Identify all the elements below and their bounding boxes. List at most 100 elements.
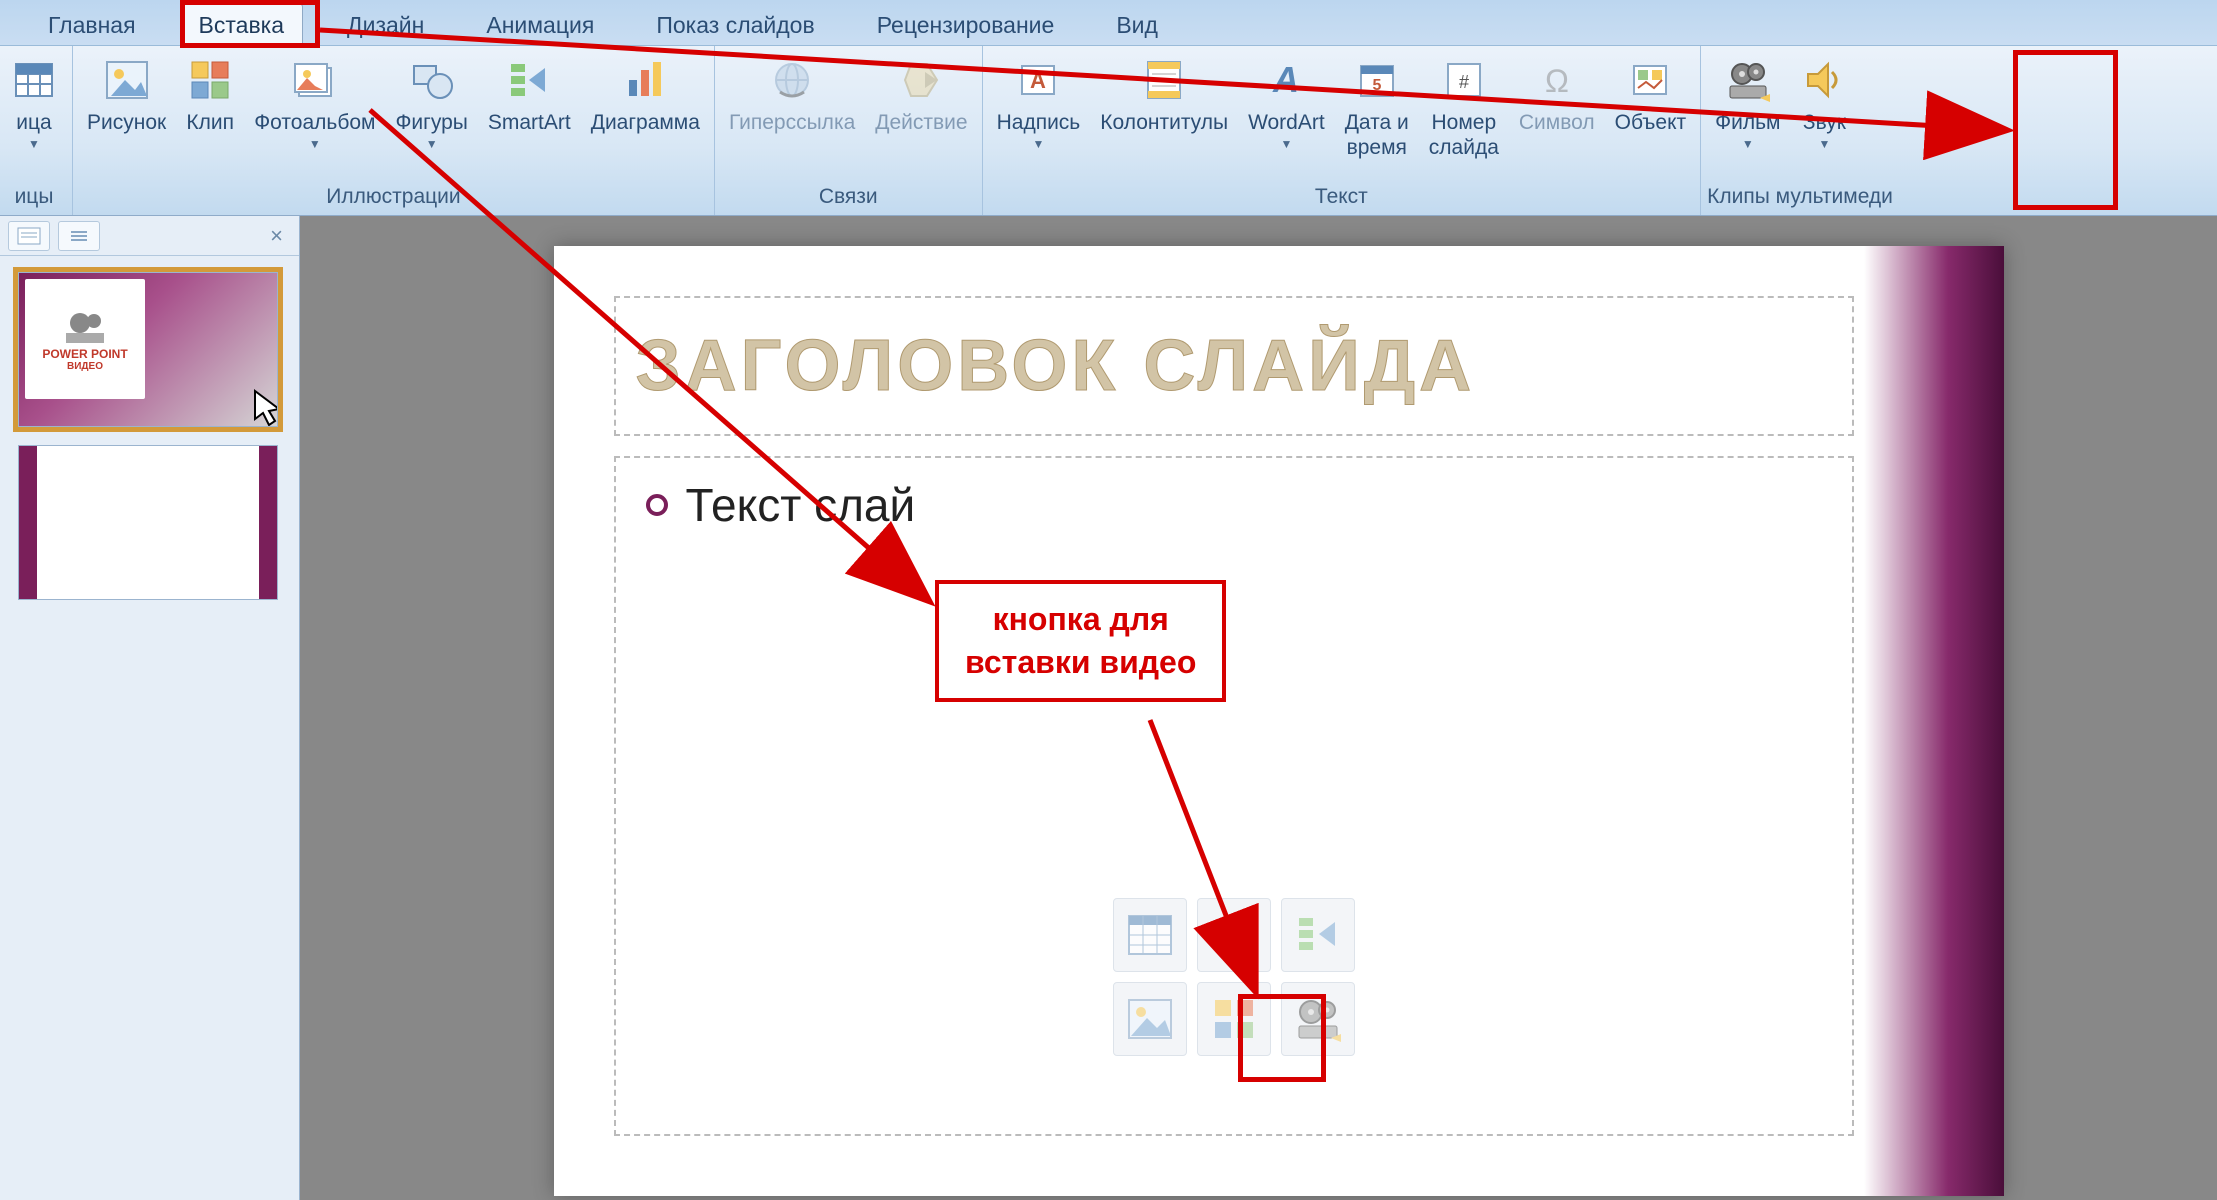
- smartart-icon: [505, 56, 553, 104]
- content-insert-icons: [1113, 898, 1355, 1056]
- dropdown-arrow-icon: ▼: [1819, 137, 1831, 151]
- action-icon: [897, 56, 945, 104]
- slides-tab[interactable]: [8, 221, 50, 251]
- tab-animation[interactable]: Анимация: [468, 4, 612, 45]
- svg-text:#: #: [1459, 72, 1469, 92]
- title-text: ЗАГОЛОВОК СЛАЙДА: [636, 325, 1476, 407]
- chart-label: Диаграмма: [591, 110, 700, 135]
- tab-view[interactable]: Вид: [1098, 4, 1176, 45]
- cursor-icon: [251, 387, 278, 427]
- movie-button[interactable]: Фильм ▼: [1707, 50, 1788, 156]
- outline-tab[interactable]: [58, 221, 100, 251]
- ribbon-group-tables: ица ▼ ицы: [2, 46, 73, 215]
- slide-thumbnail-1[interactable]: POWER POINT ВИДЕО: [18, 272, 278, 427]
- insert-picture-icon[interactable]: [1113, 982, 1187, 1056]
- table-label: ица: [16, 110, 51, 135]
- object-icon: [1626, 56, 1674, 104]
- movie-icon: [1724, 56, 1772, 104]
- content-placeholder[interactable]: Текст слай: [614, 456, 1854, 1136]
- body-text: Текст слай: [686, 478, 916, 532]
- tab-design[interactable]: Дизайн: [329, 4, 442, 45]
- datetime-icon: 5: [1353, 56, 1401, 104]
- svg-text:A: A: [1030, 68, 1046, 93]
- tab-review[interactable]: Рецензирование: [859, 4, 1073, 45]
- photoalbum-button[interactable]: Фотоальбом ▼: [246, 50, 383, 156]
- action-label: Действие: [875, 110, 967, 135]
- headerfooter-button[interactable]: Колонтитулы: [1092, 50, 1236, 139]
- picture-button[interactable]: Рисунок: [79, 50, 174, 139]
- workspace: × POWER POINT ВИДЕО ЗАГОЛО: [0, 216, 2217, 1200]
- headerfooter-icon: [1140, 56, 1188, 104]
- dropdown-arrow-icon: ▼: [1280, 137, 1292, 151]
- group-label-links: Связи: [721, 181, 976, 215]
- table-button[interactable]: ица ▼: [2, 50, 66, 156]
- slidenum-button[interactable]: # Номер слайда: [1421, 50, 1507, 164]
- smartart-button[interactable]: SmartArt: [480, 50, 579, 139]
- wordart-icon: A: [1262, 56, 1310, 104]
- ribbon-group-media: Фильм ▼ Звук ▼ Клипы мультимеди: [1701, 46, 1899, 215]
- hyperlink-button: Гиперссылка: [721, 50, 863, 139]
- slidenum-label: Номер слайда: [1429, 110, 1499, 160]
- group-label-text: Текст: [989, 181, 1695, 215]
- svg-text:5: 5: [1372, 77, 1381, 94]
- hyperlink-icon: [768, 56, 816, 104]
- smartart-label: SmartArt: [488, 110, 571, 135]
- clip-icon: [186, 56, 234, 104]
- photoalbum-icon: [291, 56, 339, 104]
- picture-icon: [103, 56, 151, 104]
- hyperlink-label: Гиперссылка: [729, 110, 855, 135]
- group-label-media: Клипы мультимеди: [1707, 181, 1893, 215]
- insert-table-icon[interactable]: [1113, 898, 1187, 972]
- slidenum-icon: #: [1440, 56, 1488, 104]
- slide-thumbnail-2[interactable]: [18, 445, 278, 600]
- outline-tab-icon: [67, 227, 91, 245]
- panel-close-button[interactable]: ×: [262, 223, 291, 249]
- annotation-label: кнопка для вставки видео: [935, 580, 1226, 702]
- tab-insert[interactable]: Вставка: [180, 3, 304, 45]
- slide-canvas[interactable]: ЗАГОЛОВОК СЛАЙДА Текст слай: [554, 246, 2004, 1196]
- slide-theme-gradient: [1864, 246, 2004, 1196]
- textbox-icon: A: [1014, 56, 1062, 104]
- tab-slideshow[interactable]: Показ слайдов: [638, 4, 832, 45]
- slide-editor: ЗАГОЛОВОК СЛАЙДА Текст слай: [300, 216, 2217, 1200]
- panel-tabs: ×: [0, 216, 299, 256]
- bullet-icon: [646, 494, 668, 516]
- svg-text:A: A: [1272, 59, 1299, 100]
- ribbon-group-text: A Надпись ▼ Колонтитулы A WordArt ▼: [983, 46, 1702, 215]
- object-label: Объект: [1615, 110, 1687, 135]
- insert-chart-icon[interactable]: [1197, 898, 1271, 972]
- chart-icon: [621, 56, 669, 104]
- svg-text:Ω: Ω: [1545, 63, 1569, 99]
- menu-tab-bar: Главная Вставка Дизайн Анимация Показ сл…: [0, 0, 2217, 46]
- symbol-icon: Ω: [1533, 56, 1581, 104]
- group-label-tables: ицы: [2, 181, 66, 215]
- clip-button[interactable]: Клип: [178, 50, 242, 139]
- datetime-button[interactable]: 5 Дата и время: [1337, 50, 1417, 164]
- textbox-label: Надпись: [997, 110, 1081, 135]
- chart-button[interactable]: Диаграмма: [583, 50, 708, 139]
- symbol-label: Символ: [1519, 110, 1595, 135]
- thumbnail-badge: POWER POINT ВИДЕО: [25, 279, 145, 399]
- ribbon-group-links: Гиперссылка Действие Связи: [715, 46, 983, 215]
- insert-media-icon[interactable]: [1281, 982, 1355, 1056]
- dropdown-arrow-icon: ▼: [28, 137, 40, 151]
- table-icon: [10, 56, 58, 104]
- insert-clipart-icon[interactable]: [1197, 982, 1271, 1056]
- dropdown-arrow-icon: ▼: [309, 137, 321, 151]
- movie-label: Фильм: [1715, 110, 1780, 135]
- ribbon-group-illustrations: Рисунок Клип Фотоальбом ▼ Фигуры: [73, 46, 715, 215]
- slides-tab-icon: [17, 227, 41, 245]
- title-placeholder[interactable]: ЗАГОЛОВОК СЛАЙДА: [614, 296, 1854, 436]
- object-button[interactable]: Объект: [1607, 50, 1695, 139]
- datetime-label: Дата и время: [1345, 110, 1409, 160]
- photoalbum-label: Фотоальбом: [254, 110, 375, 135]
- tab-home[interactable]: Главная: [30, 4, 154, 45]
- wordart-button[interactable]: A WordArt ▼: [1240, 50, 1333, 156]
- insert-smartart-icon[interactable]: [1281, 898, 1355, 972]
- shapes-button[interactable]: Фигуры ▼: [387, 50, 475, 156]
- sound-button[interactable]: Звук ▼: [1792, 50, 1856, 156]
- picture-label: Рисунок: [87, 110, 166, 135]
- shapes-label: Фигуры: [395, 110, 467, 135]
- slide-thumbnail-panel: × POWER POINT ВИДЕО: [0, 216, 300, 1200]
- textbox-button[interactable]: A Надпись ▼: [989, 50, 1089, 156]
